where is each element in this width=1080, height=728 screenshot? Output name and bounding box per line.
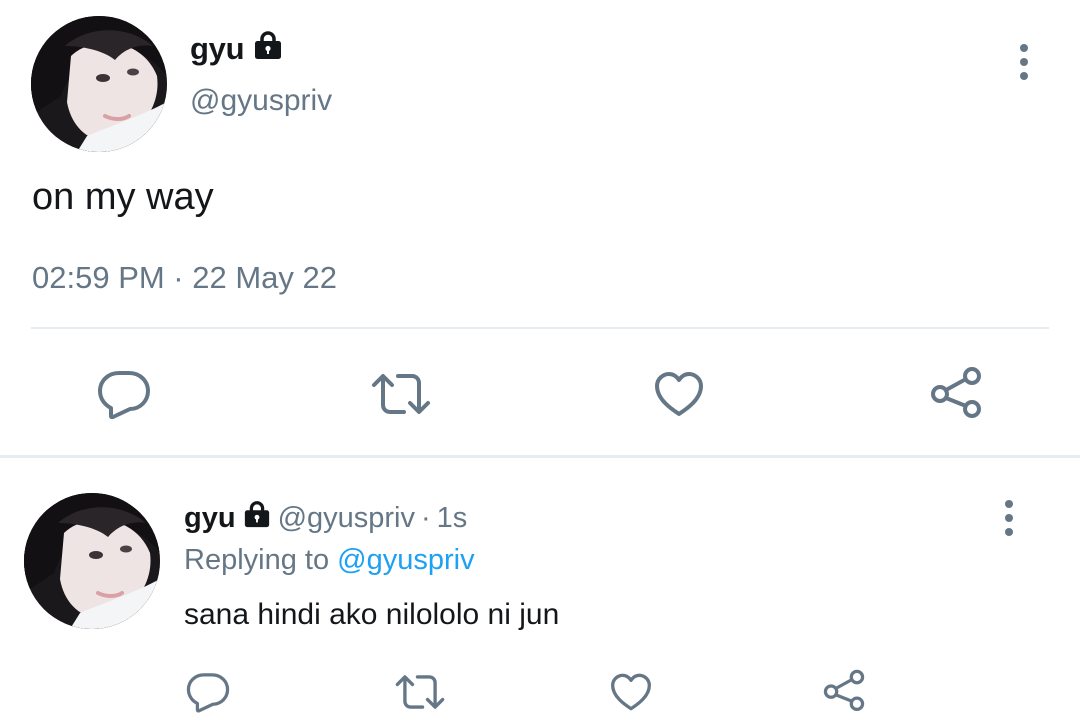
reply-button[interactable] (96, 366, 152, 422)
display-name[interactable]: gyu (184, 502, 236, 535)
more-vertical-icon[interactable] (1012, 42, 1036, 82)
retweet-icon (372, 374, 430, 414)
tweet-timestamp[interactable]: 02:59 PM · 22 May 22 (32, 260, 337, 296)
author-handle[interactable]: @gyuspriv (278, 502, 415, 535)
tweet-text: on my way (32, 176, 214, 218)
retweet-button[interactable] (370, 366, 432, 422)
heart-icon (611, 673, 651, 711)
share-icon (931, 367, 981, 418)
author-name[interactable]: gyu (190, 30, 284, 68)
retweet-icon (395, 675, 445, 709)
lock-icon (242, 500, 272, 536)
main-avatar[interactable] (31, 16, 167, 152)
display-name: gyu (190, 31, 245, 66)
reply-icon (98, 371, 150, 419)
replying-to: Replying to @gyuspriv (184, 544, 475, 577)
replying-to-link[interactable]: @gyuspriv (337, 544, 474, 576)
reply-avatar[interactable] (24, 493, 160, 629)
share-button[interactable] (820, 666, 868, 714)
more-vertical-icon[interactable] (997, 498, 1021, 538)
share-button[interactable] (928, 364, 984, 420)
divider (31, 327, 1049, 329)
section-divider (0, 455, 1080, 458)
share-icon (823, 669, 865, 711)
reply-header: gyu @gyuspriv · 1s (184, 500, 467, 536)
like-button[interactable] (607, 668, 655, 716)
separator-dot: · (421, 501, 431, 534)
reply-text: sana hindi ako nilololo ni jun (184, 598, 560, 631)
reply-button[interactable] (184, 668, 232, 716)
like-button[interactable] (651, 366, 707, 422)
avatar-photo (24, 493, 160, 629)
author-handle[interactable]: @gyuspriv (190, 84, 332, 118)
reply-icon (186, 673, 230, 713)
tweet-age[interactable]: 1s (437, 502, 468, 535)
heart-icon (655, 372, 703, 416)
replying-to-label: Replying to (184, 544, 330, 576)
lock-icon (252, 30, 284, 68)
avatar-photo (31, 16, 167, 152)
retweet-button[interactable] (393, 668, 447, 716)
